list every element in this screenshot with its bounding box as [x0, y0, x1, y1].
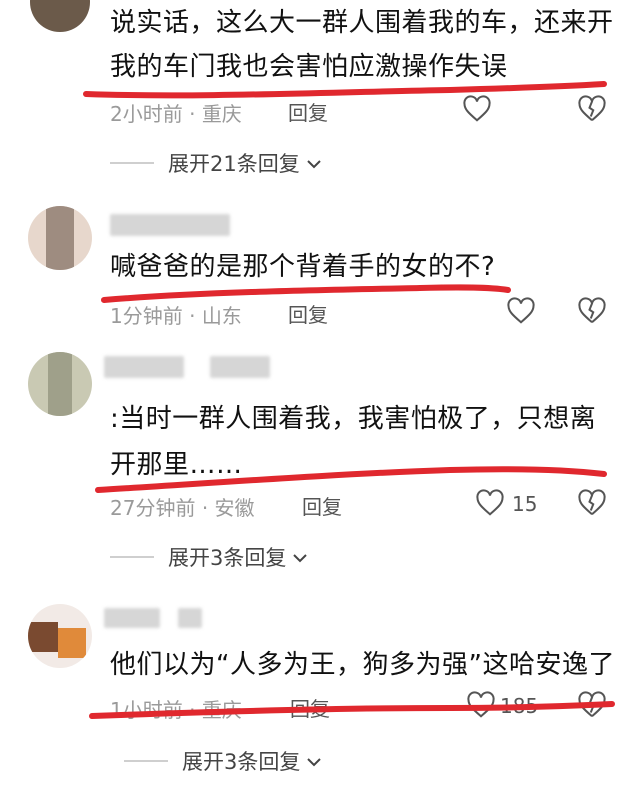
- username-blurred: [178, 608, 202, 628]
- expand-label: 展开3条回复: [168, 546, 287, 570]
- dislike-icon[interactable]: [577, 489, 607, 521]
- chevron-down-icon: [306, 749, 322, 773]
- reply-button[interactable]: 回复: [288, 97, 328, 126]
- avatar[interactable]: [28, 206, 92, 270]
- expand-label: 展开21条回复: [168, 152, 300, 176]
- comment-text: 说实话，这么大一群人围着我的车，还来开: [110, 8, 614, 38]
- dislike-icon[interactable]: [577, 297, 607, 329]
- like-icon[interactable]: [462, 95, 492, 127]
- comment-meta: 1分钟前 · 山东: [110, 300, 242, 329]
- reply-button[interactable]: 回复: [290, 693, 330, 722]
- comment-meta: 1小时前 · 重庆: [110, 694, 242, 723]
- username-blurred: [104, 356, 184, 378]
- comment-meta: 2小时前 · 重庆: [110, 98, 242, 127]
- chevron-down-icon: [292, 545, 308, 569]
- comment-time: 2小时前: [110, 102, 183, 126]
- expand-label: 展开3条回复: [182, 750, 301, 774]
- meta-separator: ·: [189, 102, 196, 126]
- comment-text: 他们以为“人多为王，狗多为强”这哈安逸了: [110, 650, 615, 680]
- dislike-icon[interactable]: [577, 691, 607, 723]
- like-count: 15: [512, 492, 538, 516]
- expand-replies[interactable]: 展开3条回复: [124, 746, 322, 776]
- username-blurred: [104, 608, 160, 628]
- like-icon[interactable]: [466, 691, 496, 723]
- reply-button[interactable]: 回复: [302, 491, 342, 520]
- comment-text: 喊爸爸的是那个背着手的女的不?: [110, 252, 496, 282]
- meta-separator: ·: [201, 496, 209, 520]
- avatar[interactable]: [28, 352, 92, 416]
- comment-location: 重庆: [201, 102, 242, 126]
- comment-meta: 27分钟前 · 安徽: [110, 492, 255, 521]
- comment-text: :当时一群人围着我，我害怕极了，只想离: [110, 404, 597, 434]
- divider: [124, 760, 168, 762]
- divider: [110, 162, 154, 164]
- avatar[interactable]: [28, 604, 92, 668]
- like-icon[interactable]: [506, 297, 536, 329]
- username-blurred: [110, 214, 230, 236]
- divider: [110, 556, 154, 558]
- expand-replies[interactable]: 展开21条回复: [110, 148, 322, 178]
- like-count: 185: [500, 694, 539, 718]
- comment-time: 1分钟前: [110, 304, 183, 328]
- like-icon[interactable]: [475, 489, 505, 521]
- dislike-icon[interactable]: [577, 95, 607, 127]
- username-blurred: [210, 356, 270, 378]
- comment-location: 山东: [201, 304, 242, 328]
- avatar[interactable]: [30, 0, 90, 32]
- comment-location: 安徽: [214, 496, 255, 520]
- expand-replies[interactable]: 展开3条回复: [110, 542, 308, 572]
- comment-text: 我的车门我也会害怕应激操作失误: [110, 52, 508, 82]
- comment-time: 27分钟前: [110, 496, 196, 520]
- meta-separator: ·: [189, 304, 196, 328]
- comment-location: 重庆: [201, 698, 242, 722]
- meta-separator: ·: [189, 698, 196, 722]
- reply-button[interactable]: 回复: [288, 299, 328, 328]
- comment-text: 开那里……: [110, 450, 243, 480]
- comment-time: 1小时前: [110, 698, 183, 722]
- chevron-down-icon: [306, 151, 322, 175]
